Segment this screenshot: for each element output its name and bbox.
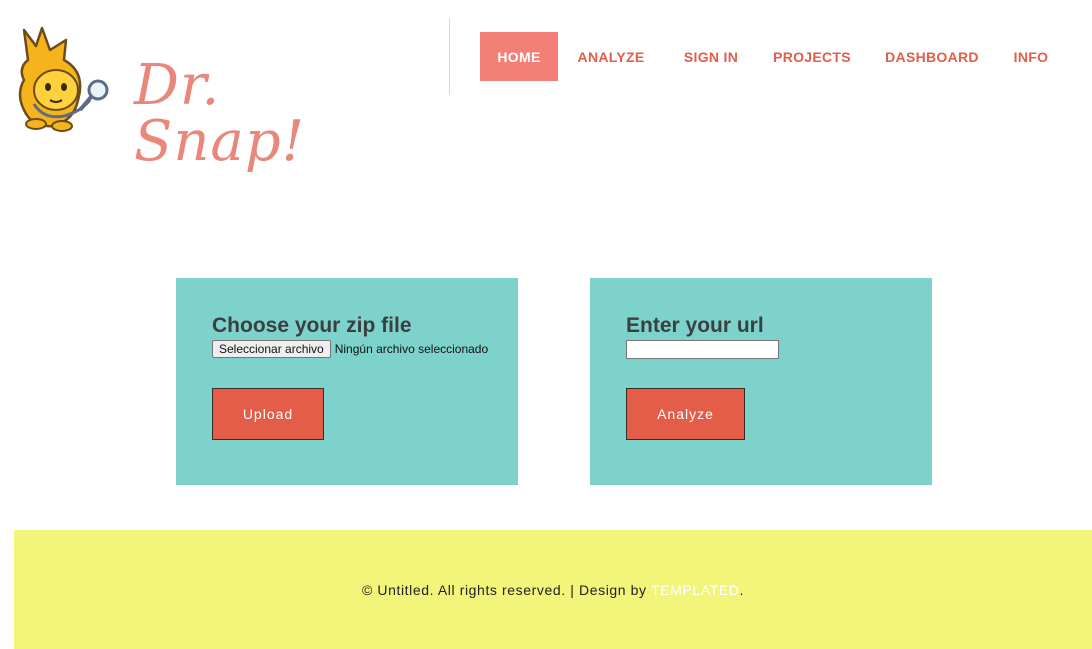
footer-templated-link[interactable]: TEMPLATED bbox=[651, 582, 739, 598]
upload-card: Choose your zip file Seleccionar archivo… bbox=[176, 278, 518, 485]
url-card-title: Enter your url bbox=[626, 314, 764, 337]
footer: © Untitled. All rights reserved. | Desig… bbox=[14, 530, 1092, 649]
brand-name: Dr. Snap! bbox=[134, 53, 306, 174]
upload-button[interactable]: Upload bbox=[212, 388, 324, 440]
choose-file-button[interactable]: Seleccionar archivo bbox=[212, 340, 331, 358]
file-input: Seleccionar archivo Ningún archivo selec… bbox=[212, 340, 488, 358]
snap-cat-detective-icon bbox=[18, 26, 109, 132]
upload-card-title: Choose your zip file bbox=[212, 314, 412, 337]
footer-copyright: © Untitled. All rights reserved. | Desig… bbox=[361, 581, 652, 598]
url-card: Enter your url Analyze bbox=[590, 278, 932, 485]
nav-dashboard[interactable]: DASHBOARD bbox=[866, 32, 998, 81]
nav-projects[interactable]: PROJECTS bbox=[758, 32, 866, 81]
header-divider bbox=[449, 18, 450, 95]
url-input[interactable] bbox=[626, 340, 779, 359]
nav-analyze[interactable]: ANALYZE bbox=[558, 32, 664, 81]
footer-suffix: . bbox=[739, 581, 745, 598]
brand-logo[interactable]: Dr. Snap! bbox=[14, 20, 374, 170]
nav-home[interactable]: HOME bbox=[480, 32, 558, 81]
main-nav: HOME ANALYZE SIGN IN PROJECTS DASHBOARD … bbox=[480, 32, 1064, 81]
nav-info[interactable]: INFO bbox=[998, 32, 1064, 81]
nav-sign-in[interactable]: SIGN IN bbox=[664, 32, 758, 81]
file-status: Ningún archivo seleccionado bbox=[334, 342, 489, 356]
analyze-button[interactable]: Analyze bbox=[626, 388, 745, 440]
